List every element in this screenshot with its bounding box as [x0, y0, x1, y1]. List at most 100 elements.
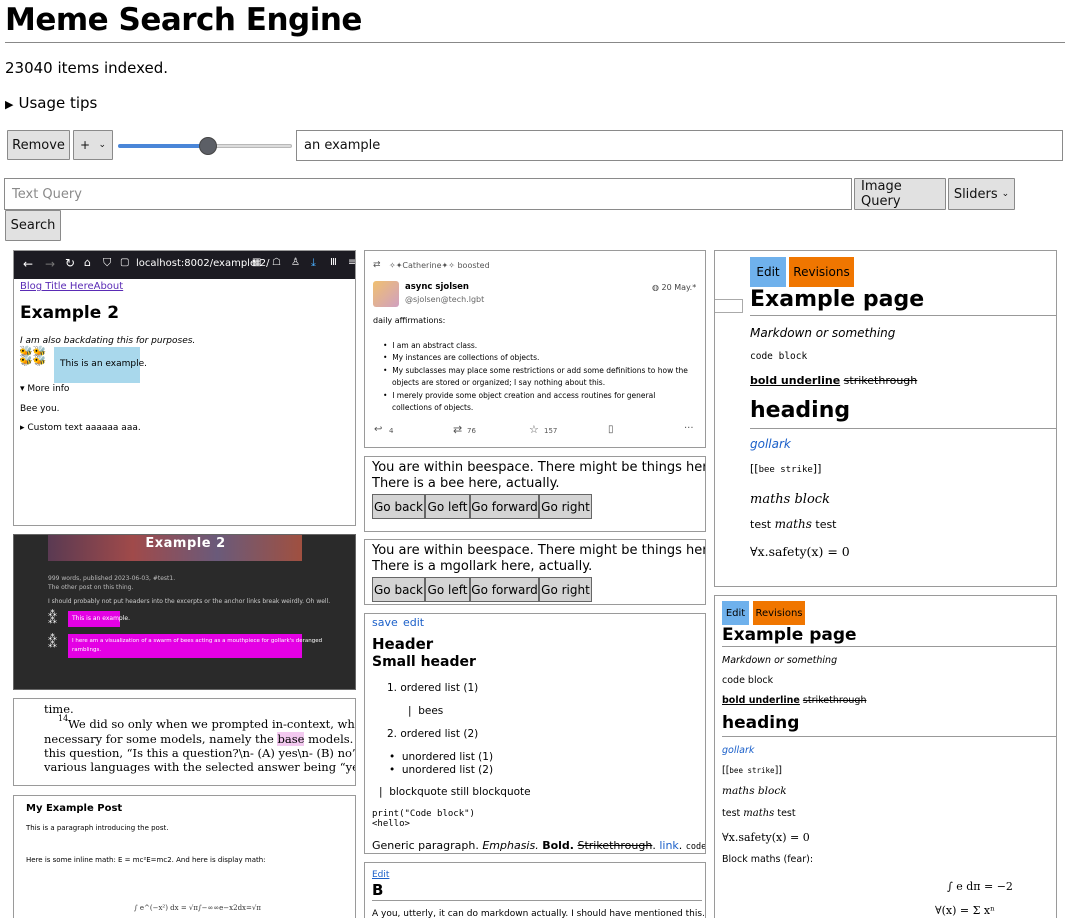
- library-icon: Ⅲ: [330, 257, 337, 268]
- ordered-list-item: 1. ordered list (1): [387, 682, 479, 694]
- text-fragment: test: [777, 808, 796, 819]
- go-right-button: Go right: [539, 494, 592, 519]
- result-image[interactable]: ⇄ ✧✦Catherine✦✧ boosted async sjolsen @s…: [364, 250, 706, 448]
- maths-block-text: maths block: [750, 492, 830, 507]
- speech-bubble: This is an example.: [68, 611, 130, 627]
- list-text: objects are stored or organized; I say n…: [392, 378, 606, 387]
- beespace-text: You are within beespace. There might be …: [372, 460, 706, 475]
- link-text: link: [659, 839, 679, 852]
- display-math: ∀(x) = Σ xⁿ: [935, 904, 995, 917]
- date-text: 20 May.*: [661, 283, 697, 292]
- edit-tab: Edit: [750, 257, 786, 287]
- go-back-button: Go back: [372, 577, 425, 602]
- maths-text: maths: [743, 808, 775, 819]
- paragraph-text: A you, utterly, it can do markdown actua…: [372, 909, 705, 918]
- bee-strike-text: bee strike: [729, 766, 775, 775]
- divider: [750, 428, 1056, 429]
- post-body: daily affirmations:: [373, 316, 446, 325]
- text-query-input[interactable]: Text Query: [4, 178, 852, 210]
- unordered-list-item: • unordered list (2): [389, 764, 494, 776]
- bee-swarm-icon: ⁂ ⁂: [48, 609, 57, 626]
- account-icon: ♙: [291, 257, 300, 268]
- text-fragment: test: [815, 518, 837, 531]
- result-image[interactable]: You are within beespace. There might be …: [364, 456, 706, 532]
- heading-text: heading: [750, 398, 851, 423]
- sliders-dropdown[interactable]: Sliders ⌄: [948, 178, 1015, 210]
- formatted-text: bold underline strikethrough: [722, 695, 866, 706]
- paper-line: this question, “Is this a question?\n- (…: [44, 746, 356, 760]
- paper-text: necessary for some models, namely the: [44, 732, 278, 746]
- result-image[interactable]: time. 14 We did so only when we prompted…: [13, 698, 356, 786]
- edit-link: edit: [403, 616, 425, 629]
- index-count: 23040 items indexed.: [5, 59, 169, 77]
- url-text: localhost:8002/example-2/: [136, 258, 270, 269]
- result-image[interactable]: Edit Revisions Example page Markdown or …: [714, 250, 1057, 587]
- strike-text: strikethrough: [802, 695, 867, 706]
- menu-icon: ≡: [348, 257, 356, 268]
- formatted-text: bold underline strikethrough: [750, 374, 917, 387]
- code-text: code block: [722, 675, 774, 686]
- markdown-text: Markdown or something: [750, 326, 896, 340]
- title-divider: [5, 42, 1065, 43]
- result-image[interactable]: ← → ↻ ⌂ ⛉ ▢ localhost:8002/example-2/ ▦ …: [13, 250, 356, 526]
- more-info-toggle: ▾ More info: [20, 384, 70, 394]
- term-sign-select[interactable]: + ⌄: [73, 130, 113, 160]
- code-block: print("Code block"): [372, 809, 475, 819]
- blockquote: | blockquote still blockquote: [379, 786, 531, 798]
- bubble-text: This is an example.: [72, 615, 130, 622]
- strike-text: strikethrough: [843, 374, 918, 387]
- slider-thumb[interactable]: [199, 137, 217, 155]
- divider: [722, 646, 1056, 647]
- bubble-text: I here am a visualization of a swarm of …: [72, 638, 323, 644]
- generic-paragraph: Generic paragraph. Emphasis. Bold. Strik…: [372, 839, 705, 852]
- list-text: ordered list (2): [400, 728, 479, 740]
- list-text: I am an abstract class.: [392, 341, 478, 350]
- image-query-button[interactable]: Image Query: [854, 178, 946, 210]
- inline-maths: test maths test: [722, 808, 796, 819]
- more-info-label: More info: [27, 384, 70, 394]
- bold-underline-text: bold underline: [750, 374, 841, 387]
- search-button[interactable]: Search: [5, 210, 61, 241]
- result-image[interactable]: Edit Revisions Example page Markdown or …: [714, 595, 1057, 918]
- chevron-down-icon: ⌄: [1001, 189, 1010, 199]
- reply-count: 4: [389, 427, 394, 435]
- wiki-link: [[bee strike]]: [750, 462, 822, 475]
- chevron-down-icon: ⌄: [98, 140, 106, 150]
- post-paragraph: Here is some inline math: E = mc²E=mc2. …: [26, 856, 266, 864]
- result-image[interactable]: You are within beespace. There might be …: [364, 539, 706, 605]
- text-fragment: test: [750, 518, 772, 531]
- formula: ∀x.safety(x) = 0: [722, 831, 810, 844]
- result-image[interactable]: Example 2 999 words, published 2023-06-0…: [13, 534, 356, 690]
- list-text: unordered list (2): [401, 764, 494, 776]
- heading-text: heading: [722, 713, 800, 733]
- slider-fill: [118, 144, 208, 148]
- post-heading: Example 2: [145, 536, 226, 551]
- edit-tab: Edit: [722, 601, 749, 625]
- post-meta: 999 words, published 2023-06-03, #test1.: [48, 575, 176, 582]
- page-heading: Example page: [722, 625, 857, 645]
- term-weight-slider[interactable]: [118, 137, 292, 155]
- revisions-tab: Revisions: [789, 257, 854, 287]
- back-arrow-icon: ←: [23, 257, 34, 271]
- result-image[interactable]: My Example Post This is a paragraph intr…: [13, 795, 356, 918]
- list-text: bees: [418, 705, 444, 717]
- usage-tips-toggle[interactable]: ▶ Usage tips: [5, 94, 97, 112]
- list-text: I merely provide some object creation an…: [392, 391, 656, 400]
- sidebar-box: [715, 299, 743, 313]
- footnote-number: 14: [58, 714, 69, 723]
- result-image[interactable]: save edit Header Small header 1. ordered…: [364, 613, 706, 854]
- boost-icon: ⇄: [453, 423, 463, 436]
- paper-line: We did so only when we prompted in-conte…: [68, 717, 355, 731]
- custom-text-toggle: ▸ Custom text aaaaaa aaa.: [20, 423, 141, 433]
- term-text-input[interactable]: an example: [296, 130, 1063, 161]
- bee-you-text: Bee you.: [20, 404, 60, 414]
- bubble-text: This is an example.: [60, 359, 147, 369]
- remove-term-button[interactable]: Remove: [7, 130, 70, 160]
- download-icon: ⤓: [311, 256, 316, 269]
- gollark-link: gollark: [722, 745, 755, 756]
- boost-icon: ⇄: [373, 260, 381, 270]
- forward-arrow-icon: →: [45, 257, 56, 271]
- result-image[interactable]: Edit B A you, utterly, it can do markdow…: [364, 862, 706, 918]
- paragraph-text: Generic paragraph.: [372, 839, 479, 852]
- paper-text: models. We used: [308, 732, 355, 746]
